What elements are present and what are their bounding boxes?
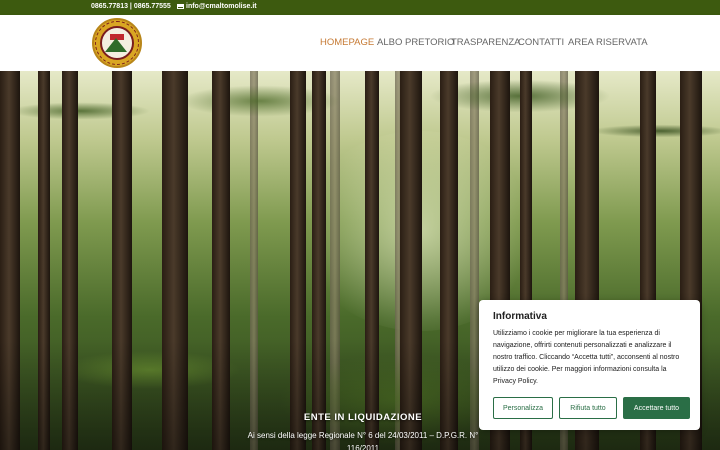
nav-area-riservata[interactable]: AREA RISERVATA bbox=[568, 37, 648, 48]
nav-contatti[interactable]: CONTATTI bbox=[518, 37, 564, 48]
mountain-icon bbox=[105, 38, 127, 52]
nav-trasparenza[interactable]: TRASPARENZA bbox=[451, 37, 521, 48]
tree-canopy bbox=[0, 71, 720, 191]
nav-albo-pretorio[interactable]: ALBO PRETORIO bbox=[377, 37, 454, 48]
customize-button[interactable]: Personalizza bbox=[493, 397, 553, 419]
site-header: HOMEPAGE ALBO PRETORIO TRASPARENZA CONTA… bbox=[0, 15, 720, 71]
cookie-buttons: Personalizza Rifiuta tutto Accettare tut… bbox=[493, 397, 690, 419]
email-text: info@cmaltomolise.it bbox=[186, 3, 257, 10]
logo-emblem bbox=[100, 26, 134, 60]
cookie-text: Utilizziamo i cookie per migliorare la t… bbox=[493, 330, 680, 385]
nav-homepage[interactable]: HOMEPAGE bbox=[320, 37, 374, 48]
accept-all-button[interactable]: Accettare tutto bbox=[623, 397, 690, 419]
top-bar: 0865.77813 | 0865.77555 info@cmaltomolis… bbox=[0, 0, 720, 15]
hero-subtitle: Ai sensi della legge Regionale N° 6 del … bbox=[247, 431, 479, 450]
phone-numbers: 0865.77813 | 0865.77555 bbox=[91, 3, 171, 10]
hero-title: ENTE IN LIQUIDAZIONE bbox=[303, 412, 423, 423]
site-logo[interactable] bbox=[92, 18, 142, 68]
cookie-title: Informativa bbox=[493, 311, 547, 322]
email-link[interactable]: info@cmaltomolise.it bbox=[177, 3, 257, 10]
envelope-icon bbox=[177, 4, 184, 9]
reject-all-button[interactable]: Rifiuta tutto bbox=[559, 397, 617, 419]
cookie-consent-dialog: Informativa Utilizziamo i cookie per mig… bbox=[479, 300, 700, 430]
